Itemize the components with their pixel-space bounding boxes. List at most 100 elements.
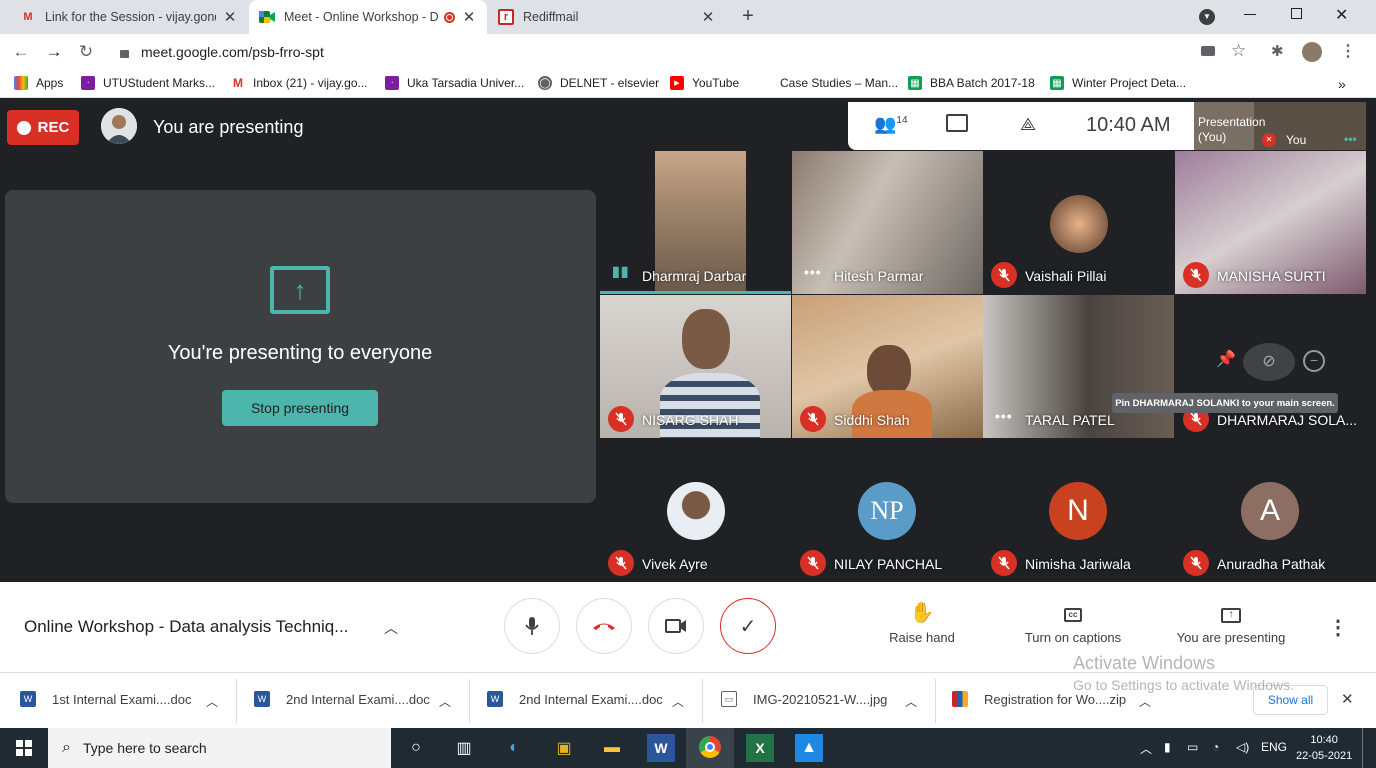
participant-tile-hitesh[interactable]: ••• Hitesh Parmar [792,151,983,294]
close-window-icon[interactable]: ✕ [1335,5,1348,25]
chevron-up-icon[interactable]: ︿ [384,618,398,638]
tab-search-icon[interactable]: ▼ [1199,9,1215,25]
mute-participant-icon[interactable]: ⊘ [1243,343,1295,381]
participant-tile-anuradha[interactable]: A Anuradha Pathak [1175,439,1366,582]
participant-tile-nisarg[interactable]: NISARG SHAH [600,295,791,438]
bookmark-winter-project[interactable]: ▦ Winter Project Deta... [1050,76,1186,90]
presentation-thumbnail[interactable]: Presentation (You) ✕ You ••• [1194,102,1366,150]
download-item[interactable]: Registration for Wo....zip [952,691,1126,707]
bookmark-youtube[interactable]: ▶ YouTube [670,76,739,90]
reload-icon[interactable]: ↻ [74,40,98,64]
battery-icon[interactable]: ▭ [1187,740,1198,754]
tray-chevron-icon[interactable]: ︿ [1140,740,1152,757]
chevron-up-icon[interactable]: ︿ [439,693,451,710]
participant-name: NISARG SHAH [642,412,739,428]
tab-meet[interactable]: Meet - Online Workshop - D ✕ [249,0,487,34]
bookmark-uka-tarsadia[interactable]: ᐧ Uka Tarsadia Univer... [385,76,524,90]
present-screen-icon: ↑ [270,266,330,314]
download-item[interactable]: W 2nd Internal Exami....doc [254,691,430,707]
extensions-icon[interactable]: ✱ [1271,42,1284,60]
camera-toggle-button[interactable] [648,598,704,654]
windows-start-icon[interactable] [10,734,38,762]
back-icon[interactable]: ← [9,40,33,64]
minimize-icon[interactable] [1244,14,1256,15]
bookmark-utustudent[interactable]: ᐧ UTUStudent Marks... [81,76,215,90]
search-icon: ⌕ [62,739,71,756]
download-item[interactable]: W 2nd Internal Exami....doc [487,691,663,707]
bookmark-delnet[interactable]: ◯ DELNET - elsevier [538,76,659,90]
globe-icon: ◯ [538,76,552,90]
remove-icon[interactable]: − [1303,350,1325,372]
cortana-icon[interactable]: ○ [402,734,430,762]
browser-menu-icon[interactable]: ⋮ [1340,41,1356,61]
input-language[interactable]: ENG [1261,740,1287,754]
captions-button[interactable]: cc Turn on captions [1016,600,1130,645]
stop-presenting-button[interactable]: Stop presenting [222,390,378,426]
camera-in-use-icon[interactable] [1201,46,1215,56]
tab-rediffmail[interactable]: r Rediffmail ✕ [488,0,726,34]
chevron-up-icon[interactable]: ︿ [672,693,684,710]
excel-icon[interactable]: X [746,734,774,762]
tab-close-icon[interactable]: ✕ [700,8,716,26]
participant-name: Nimisha Jariwala [1025,556,1131,572]
activities-icon[interactable]: ⟁ [1020,114,1036,135]
close-downloads-icon[interactable]: ✕ [1341,690,1354,708]
mic-toggle-button[interactable] [504,598,560,654]
volume-icon[interactable]: ◁) [1236,740,1249,754]
more-options-icon[interactable]: ⋮ [1328,615,1348,640]
file-explorer-icon[interactable]: ▬ [598,734,626,762]
tab-close-icon[interactable]: ✕ [461,8,477,26]
you-label: You [1286,133,1307,147]
extension-check-button[interactable]: ✓ [720,598,776,654]
bookmark-case-studies[interactable]: Case Studies – Man... [758,76,898,90]
participant-tile-siddhi[interactable]: Siddhi Shah [792,295,983,438]
chevron-up-icon[interactable]: ︿ [1139,693,1151,710]
word-icon[interactable]: W [647,734,675,762]
download-item[interactable]: W 1st Internal Exami....doc [20,691,191,707]
photos-icon[interactable]: ▲ [795,734,823,762]
bookmarks-overflow-icon[interactable]: » [1338,76,1346,92]
url-input[interactable]: meet.google.com/psb-frro-spt [112,38,1262,66]
task-view-icon[interactable]: ▥ [450,734,478,762]
download-item[interactable]: ▭ IMG-20210521-W....jpg [721,691,887,707]
participant-tile-manisha[interactable]: MANISHA SURTI [1175,151,1366,294]
bookmark-apps[interactable]: Apps [14,76,63,90]
participant-tile-dharmraj[interactable]: ▮▮ Dharmraj Darbar [600,151,791,294]
system-clock[interactable]: 10:40 22-05-2021 [1296,732,1352,764]
pin-icon[interactable]: 📌 [1216,349,1238,373]
participant-name: TARAL PATEL [1025,412,1115,428]
mic-off-icon [991,550,1017,576]
profile-avatar[interactable] [1302,42,1322,62]
restore-icon[interactable] [1291,8,1302,19]
star-bookmark-icon[interactable]: ☆ [1231,41,1246,61]
microphone-tray-icon[interactable]: ▮ [1164,740,1171,754]
raise-hand-button[interactable]: ✋ Raise hand [880,600,964,645]
leave-call-button[interactable] [576,598,632,654]
present-now-button[interactable]: ↑ You are presenting [1172,600,1290,645]
wifi-icon[interactable]: ◔ [1212,740,1219,754]
word-icon: W [487,691,503,707]
new-tab-button[interactable]: + [737,5,759,27]
participant-tile-nilay[interactable]: NP NILAY PANCHAL [792,439,983,582]
participant-tile-vaishali[interactable]: Vaishali Pillai [983,151,1174,294]
chevron-up-icon[interactable]: ︿ [905,693,917,710]
participant-tile-vivek[interactable]: Vivek Ayre [600,439,791,582]
participant-tile-taral[interactable]: ••• TARAL PATEL [983,295,1174,438]
hang-up-icon [593,623,615,630]
forward-icon[interactable]: → [42,40,66,64]
edge-icon[interactable]: ◐ [500,734,528,762]
tab-gmail-session[interactable]: M Link for the Session - vijay.gonda ✕ [10,0,248,34]
taskbar-search-input[interactable]: ⌕ Type here to search [48,728,391,768]
store-icon[interactable]: ▣ [550,734,578,762]
chevron-up-icon[interactable]: ︿ [206,693,218,710]
bookmark-bba-batch[interactable]: ▦ BBA Batch 2017-18 [908,76,1035,90]
bookmark-inbox[interactable]: M Inbox (21) - vijay.go... [231,76,368,90]
people-button[interactable]: 👥14 [874,114,908,135]
chat-icon[interactable] [946,114,968,132]
tab-close-icon[interactable]: ✕ [222,8,238,26]
participant-tile-nimisha[interactable]: N Nimisha Jariwala [983,439,1174,582]
meeting-title[interactable]: Online Workshop - Data analysis Techniq.… [24,617,348,637]
participant-tile-dharmaraj-solanki[interactable]: 📌 ⊘ − DHARMARAJ SOLA... [1175,295,1366,438]
chrome-taskbar-button[interactable] [686,728,734,768]
show-desktop-button[interactable] [1362,728,1363,768]
